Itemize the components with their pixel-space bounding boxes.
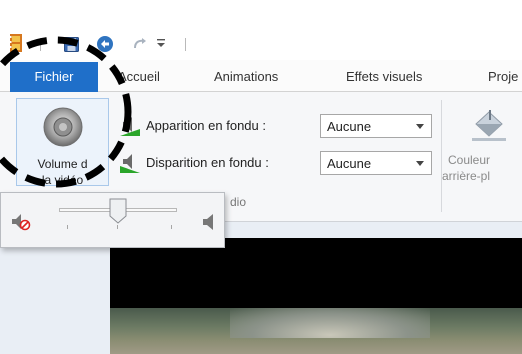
fade-in-icon	[120, 117, 140, 136]
fade-in-row: Apparition en fondu : Aucune	[120, 114, 440, 138]
background-color-label-line1: Couleur	[448, 153, 491, 167]
fade-in-dropdown[interactable]: Aucune	[320, 114, 432, 138]
fade-in-label: Apparition en fondu :	[146, 118, 266, 133]
slider-tick	[171, 225, 172, 229]
paint-bucket-icon[interactable]	[470, 108, 508, 142]
fade-out-value: Aucune	[327, 156, 372, 171]
fade-in-value: Aucune	[327, 119, 372, 134]
customize-dropdown-icon[interactable]	[156, 38, 166, 48]
video-volume-label: Volume d la vidéo	[16, 156, 109, 188]
background-color-button[interactable]: Couleur arrière-pl	[442, 152, 491, 184]
volume-popup	[0, 192, 225, 248]
group-separator	[441, 100, 442, 212]
chevron-down-icon	[416, 161, 424, 166]
background-color-label-line2: arrière-pl	[442, 169, 491, 183]
chevron-down-icon	[416, 124, 424, 129]
fade-out-icon	[120, 154, 140, 173]
video-volume-label-line1: Volume d	[37, 157, 88, 171]
save-icon[interactable]	[64, 37, 79, 52]
video-preview[interactable]	[110, 238, 522, 354]
tab-project[interactable]: Proje	[488, 62, 518, 92]
undo-icon[interactable]	[96, 35, 114, 53]
quick-access-toolbar	[0, 28, 522, 60]
tab-visual-effects[interactable]: Effets visuels	[346, 62, 422, 92]
tab-animations[interactable]: Animations	[214, 62, 278, 92]
ribbon-tabs: Fichier Accueil Animations Effets visuel…	[0, 60, 522, 92]
fade-out-row: Disparition en fondu : Aucune	[120, 151, 440, 175]
speaker-icon	[43, 107, 83, 147]
film-app-icon[interactable]	[10, 34, 22, 52]
redo-icon[interactable]	[132, 36, 148, 52]
mute-icon[interactable]	[11, 213, 31, 231]
video-volume-label-line2: la vidéo	[41, 173, 84, 187]
slider-tick	[67, 225, 68, 229]
toolbar-separator	[185, 38, 186, 51]
slider-tick	[117, 225, 118, 229]
volume-slider-thumb[interactable]	[109, 198, 127, 224]
video-frame-light	[230, 308, 430, 338]
fade-out-label: Disparition en fondu :	[146, 155, 269, 170]
fade-out-dropdown[interactable]: Aucune	[320, 151, 432, 175]
speaker-full-icon[interactable]	[201, 213, 217, 231]
tab-file[interactable]: Fichier	[10, 62, 98, 92]
tab-home[interactable]: Accueil	[118, 62, 160, 92]
audio-group-label: dio	[230, 195, 247, 209]
toolbar-separator	[40, 38, 41, 51]
